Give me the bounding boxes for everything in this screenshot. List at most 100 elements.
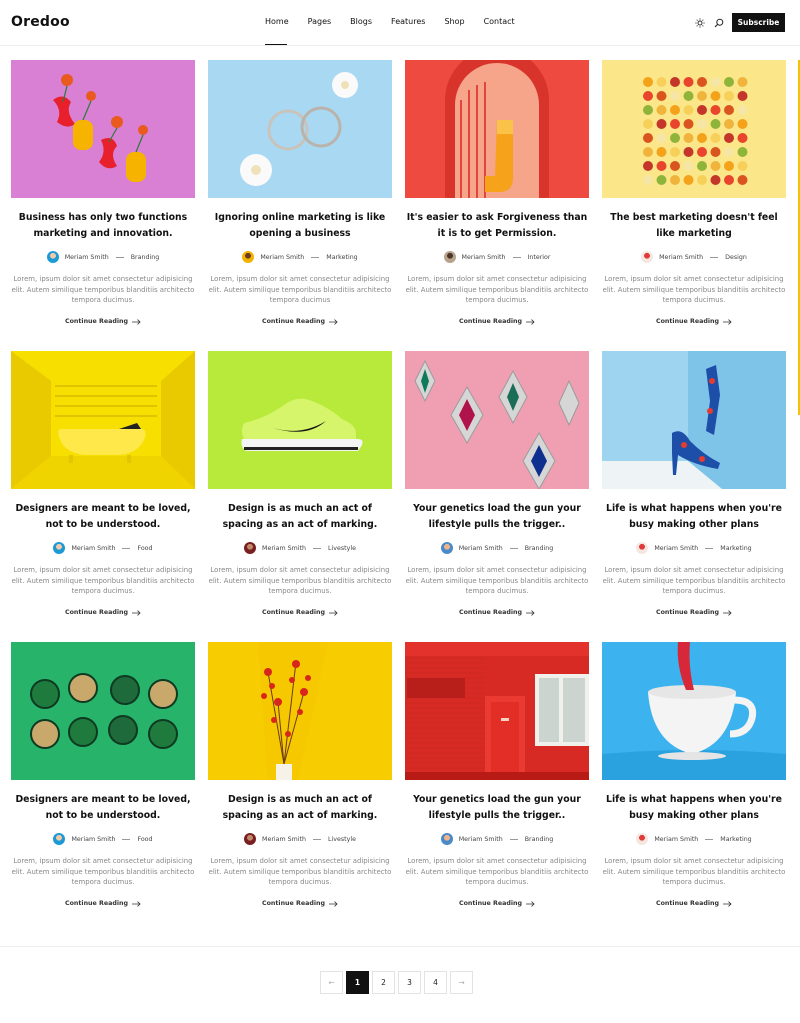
post-title[interactable]: Life is what happens when you're busy ma… [602, 501, 786, 532]
post-title[interactable]: Life is what happens when you're busy ma… [602, 792, 786, 823]
nav-contact[interactable]: Contact [484, 17, 515, 26]
page-4-button[interactable]: 4 [424, 971, 447, 994]
post-image-cup[interactable] [602, 642, 786, 780]
site-logo[interactable]: Oredoo [11, 14, 70, 30]
post-image-fruits[interactable] [602, 60, 786, 198]
post-image-sneaker[interactable] [208, 351, 392, 489]
post-image-brick-wall[interactable] [405, 642, 589, 780]
post-image-vases[interactable] [11, 60, 195, 198]
avatar[interactable] [636, 833, 649, 845]
post-title[interactable]: Designers are meant to be loved, not to … [11, 792, 195, 823]
post-title[interactable]: It's easier to ask Forgiveness than it i… [405, 210, 589, 241]
post-category[interactable]: Food [137, 836, 152, 843]
post-category[interactable]: Livestyle [328, 836, 356, 843]
continue-reading-link[interactable]: Continue Reading [405, 318, 589, 325]
continue-reading-link[interactable]: Continue Reading [11, 900, 195, 907]
post-category[interactable]: Marketing [720, 545, 751, 552]
author-name[interactable]: Meriam Smith [260, 254, 304, 261]
post-title[interactable]: Your genetics load the gun your lifestyl… [405, 792, 589, 823]
continue-reading-label: Continue Reading [261, 318, 326, 325]
post-category[interactable]: Branding [525, 545, 554, 552]
post-meta: Meriam Smith Marketing [208, 251, 392, 263]
avatar[interactable] [46, 251, 59, 263]
post-image-coins[interactable] [11, 642, 195, 780]
avatar[interactable] [443, 251, 456, 263]
post-category[interactable]: Livestyle [328, 545, 356, 552]
post-category[interactable]: Interior [528, 254, 551, 261]
post-category[interactable]: Marketing [720, 836, 751, 843]
meta-separator [705, 547, 714, 549]
nav-home[interactable]: Home [265, 17, 289, 45]
avatar[interactable] [53, 542, 66, 554]
nav-blogs[interactable]: Blogs [350, 17, 372, 26]
continue-reading-link[interactable]: Continue Reading [602, 900, 786, 907]
post-title[interactable]: The best marketing doesn't feel like mar… [602, 210, 786, 241]
meta-separator [115, 256, 124, 258]
post-title[interactable]: Business has only two functions marketin… [11, 210, 195, 241]
author-name[interactable]: Meriam Smith [654, 545, 698, 552]
author-name[interactable]: Meriam Smith [459, 545, 503, 552]
page-1-button[interactable]: 1 [346, 971, 369, 994]
post-image-heels[interactable] [602, 351, 786, 489]
prev-page-button[interactable]: ← [320, 971, 343, 994]
continue-reading-link[interactable]: Continue Reading [405, 900, 589, 907]
avatar[interactable] [641, 251, 654, 263]
next-page-button[interactable]: → [450, 971, 473, 994]
post-image-jewels[interactable] [405, 351, 589, 489]
post-image-dried-flowers[interactable] [208, 642, 392, 780]
avatar[interactable] [636, 542, 649, 554]
page-3-button[interactable]: 3 [398, 971, 421, 994]
author-name[interactable]: Meriam Smith [659, 254, 703, 261]
author-name[interactable]: Meriam Smith [65, 254, 109, 261]
continue-reading-link[interactable]: Continue Reading [405, 609, 589, 616]
continue-reading-link[interactable]: Continue Reading [11, 318, 195, 325]
nav-pages[interactable]: Pages [308, 17, 332, 26]
post-meta: Meriam Smith Branding [405, 833, 589, 845]
avatar[interactable] [244, 542, 257, 554]
continue-reading-link[interactable]: Continue Reading [208, 900, 392, 907]
avatar[interactable] [440, 542, 453, 554]
continue-reading-label: Continue Reading [64, 900, 129, 907]
post-meta: Meriam Smith Livestyle [208, 542, 392, 554]
continue-reading-link[interactable]: Continue Reading [11, 609, 195, 616]
search-icon[interactable] [714, 18, 724, 28]
post-title[interactable]: Your genetics load the gun your lifestyl… [405, 501, 589, 532]
post-title[interactable]: Designers are meant to be loved, not to … [11, 501, 195, 532]
post-category[interactable]: Food [137, 545, 152, 552]
post-title[interactable]: Design is as much an act of spacing as a… [208, 501, 392, 532]
avatar[interactable] [242, 251, 255, 263]
post-title[interactable]: Design is as much an act of spacing as a… [208, 792, 392, 823]
author-name[interactable]: Meriam Smith [262, 545, 306, 552]
avatar[interactable] [440, 833, 453, 845]
post-title[interactable]: Ignoring online marketing is like openin… [208, 210, 392, 241]
avatar[interactable] [53, 833, 66, 845]
author-name[interactable]: Meriam Smith [654, 836, 698, 843]
post-image-bathtub[interactable] [11, 351, 195, 489]
author-name[interactable]: Meriam Smith [462, 254, 506, 261]
post-category[interactable]: Design [725, 254, 747, 261]
author-name[interactable]: Meriam Smith [71, 545, 115, 552]
meta-separator [509, 547, 518, 549]
post-category[interactable]: Branding [525, 836, 554, 843]
post-excerpt: Lorem, ipsum dolor sit amet consectetur … [405, 566, 589, 596]
author-name[interactable]: Meriam Smith [459, 836, 503, 843]
continue-reading-link[interactable]: Continue Reading [602, 318, 786, 325]
post-excerpt: Lorem, ipsum dolor sit amet consectetur … [405, 275, 589, 305]
continue-reading-link[interactable]: Continue Reading [208, 318, 392, 325]
nav-features[interactable]: Features [391, 17, 425, 26]
nav-shop[interactable]: Shop [444, 17, 464, 26]
post-category[interactable]: Branding [131, 254, 160, 261]
author-name[interactable]: Meriam Smith [262, 836, 306, 843]
post-image-arch[interactable] [405, 60, 589, 198]
continue-reading-link[interactable]: Continue Reading [208, 609, 392, 616]
continue-reading-link[interactable]: Continue Reading [602, 609, 786, 616]
subscribe-button[interactable]: Subscribe [732, 13, 785, 32]
author-name[interactable]: Meriam Smith [71, 836, 115, 843]
sun-icon[interactable] [695, 18, 705, 28]
post-category[interactable]: Marketing [326, 254, 357, 261]
page-2-button[interactable]: 2 [372, 971, 395, 994]
post-image-earrings[interactable] [208, 60, 392, 198]
post-excerpt: Lorem, ipsum dolor sit amet consectetur … [405, 857, 589, 887]
avatar[interactable] [244, 833, 257, 845]
continue-reading-label: Continue Reading [64, 318, 129, 325]
